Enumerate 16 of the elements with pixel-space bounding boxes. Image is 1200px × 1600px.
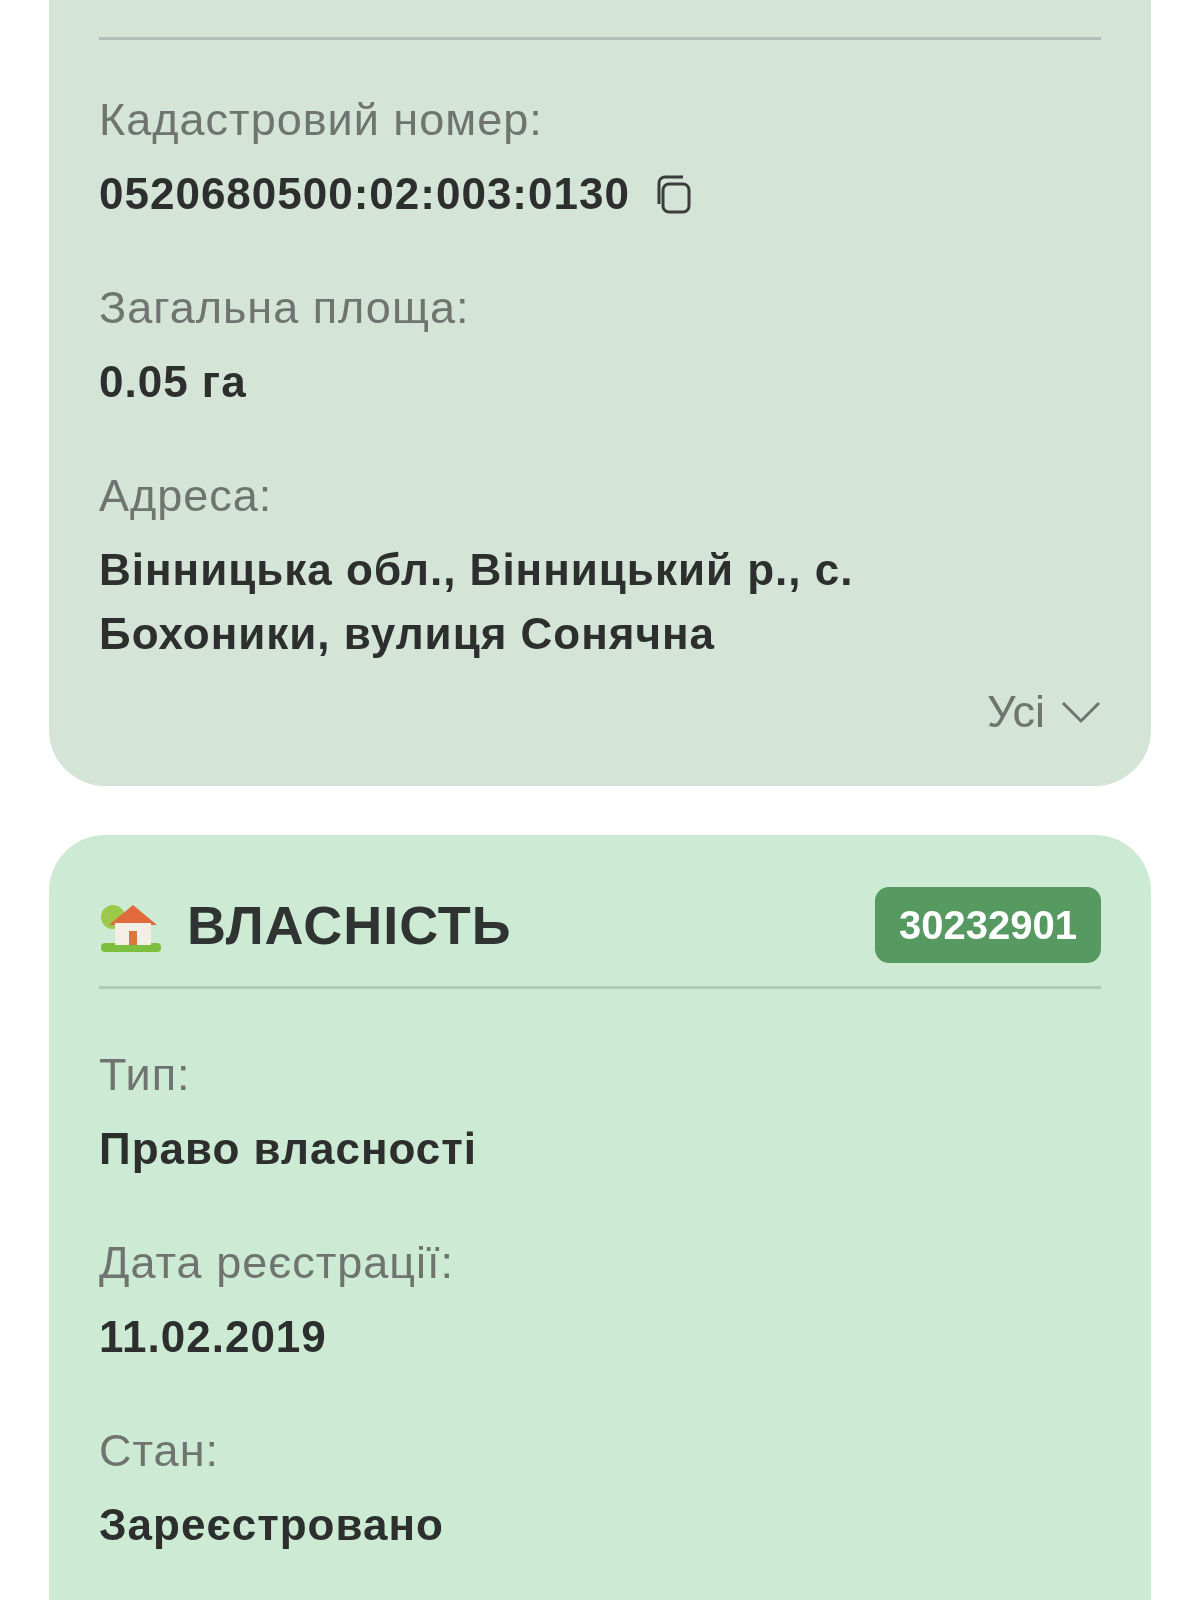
show-all-link[interactable]: Усі [986,678,1101,746]
field-label: Тип: [99,1047,192,1102]
field-label: Адреса: [99,469,274,523]
field-value: Зареєстровано [99,1498,444,1551]
chevron-down-icon [1061,699,1101,724]
field-value: 0520680500:02:003:0130 [99,168,630,220]
section-title: ВЛАСНІСТЬ [187,893,512,957]
field-value: 11.02.2019 [99,1310,327,1363]
field-label: Кадастровий номер: [99,93,544,147]
field-label: Стан: [99,1423,220,1478]
field-value: 0.05 га [99,356,247,408]
field-label: Загальна площа: [99,281,471,335]
field-value: Право власності [99,1122,478,1175]
field-label: Дата реєстрації: [99,1235,456,1290]
field-value: Вінницька обл., Вінницький р., с. Бохоники, вулиця Сонячна [99,544,855,660]
registration-number-badge: 30232901 [875,887,1101,963]
